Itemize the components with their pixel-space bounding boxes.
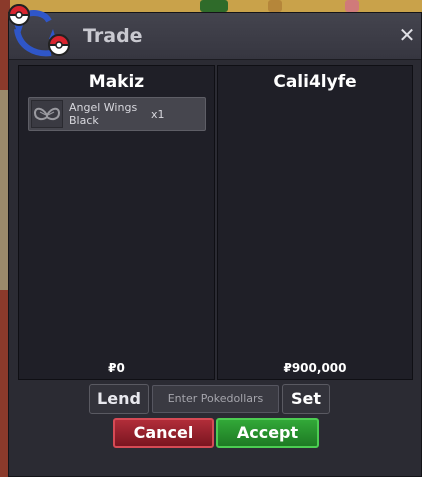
trade-titlebar[interactable]: Trade ✕	[7, 4, 421, 60]
my-offer-panel: Makiz Angel Wings Black x1 ₽0	[18, 65, 215, 380]
partner-player-name: Cali4lyfe	[273, 72, 357, 92]
game-sprite	[200, 0, 228, 12]
item-quantity: x1	[151, 108, 165, 121]
lend-button[interactable]: Lend	[89, 384, 149, 414]
pokedollars-input[interactable]: Enter Pokedollars	[152, 385, 279, 413]
window-title: Trade	[83, 25, 143, 47]
trade-item[interactable]: Angel Wings Black x1	[28, 97, 206, 131]
item-name: Angel Wings Black	[69, 101, 138, 127]
angel-wings-icon	[31, 100, 63, 128]
my-player-name: Makiz	[88, 72, 145, 92]
set-money-button[interactable]: Set	[282, 384, 330, 414]
cancel-button[interactable]: Cancel	[113, 418, 214, 448]
partner-offer-panel: Cali4lyfe ₽900,000	[217, 65, 413, 380]
trade-logo-icon	[7, 4, 71, 57]
partner-money-offer: ₽900,000	[283, 361, 347, 375]
close-icon[interactable]: ✕	[397, 25, 417, 45]
accept-button[interactable]: Accept	[216, 418, 319, 448]
my-money-offer: ₽0	[108, 361, 125, 375]
trade-window: Trade ✕ Makiz Angel Wings Black x1 ₽0 Ca…	[7, 4, 422, 477]
game-sprite	[345, 0, 359, 12]
game-sprite	[268, 0, 282, 12]
